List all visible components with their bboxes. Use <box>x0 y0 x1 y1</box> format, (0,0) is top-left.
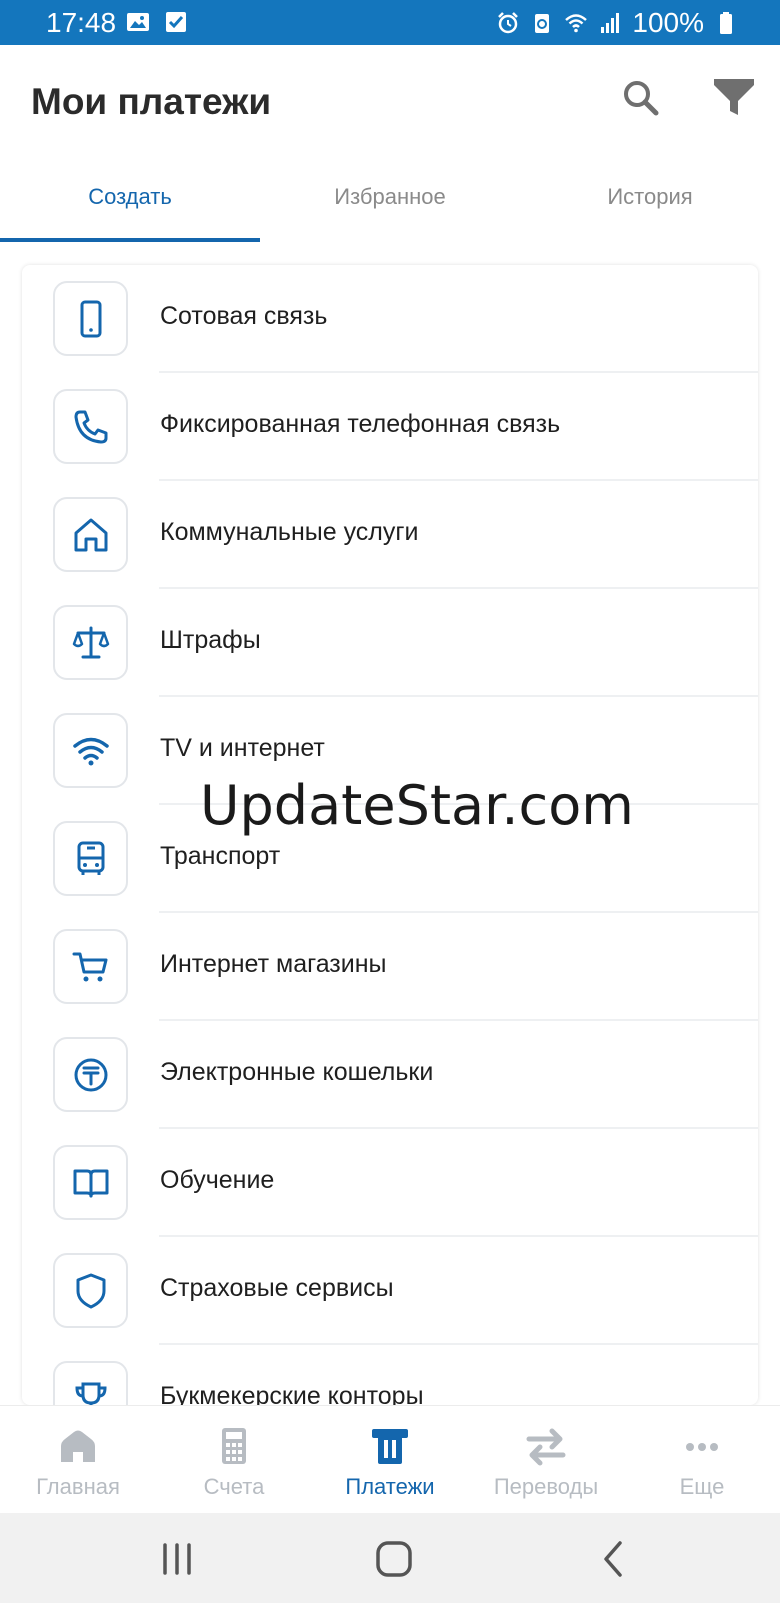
bus-icon <box>77 841 104 875</box>
category-landline[interactable]: Фиксированная телефонная связь <box>22 373 758 481</box>
tab-favorites[interactable]: Избранное <box>260 160 520 242</box>
payments-icon <box>372 1429 408 1464</box>
search-icon <box>624 81 659 116</box>
category-label: Сотовая связь <box>160 302 328 330</box>
transfer-arrows-icon <box>526 1428 566 1466</box>
screen: 17:48 100% Мои платежи Создать Избранное… <box>0 0 780 1603</box>
calculator-icon <box>222 1428 246 1464</box>
back-icon[interactable] <box>592 1537 636 1581</box>
battery-icon <box>720 12 732 34</box>
nav-accounts[interactable]: Счета <box>156 1406 312 1514</box>
shield-icon <box>76 1273 105 1308</box>
category-label: TV и интернет <box>160 734 325 762</box>
filter-button[interactable] <box>710 75 758 123</box>
status-time: 17:48 <box>46 7 117 38</box>
scales-icon <box>72 626 109 658</box>
image-icon <box>127 13 149 31</box>
nav-home[interactable]: Главная <box>0 1406 156 1514</box>
watermark: UpdateStar.com <box>200 774 634 837</box>
nav-payments[interactable]: Платежи <box>312 1406 468 1514</box>
category-insurance[interactable]: Страховые сервисы <box>22 1237 758 1345</box>
home-icon <box>61 1430 95 1462</box>
status-system-icons: 100% <box>496 7 738 39</box>
app-bar: Мои платежи <box>0 45 780 155</box>
nav-label: Еще <box>679 1474 725 1499</box>
status-bar: 17:48 100% <box>0 0 780 45</box>
wifi-icon <box>72 737 109 765</box>
nav-transfers[interactable]: Переводы <box>468 1406 624 1514</box>
alarm-icon <box>498 12 519 34</box>
category-online-shops[interactable]: Интернет магазины <box>22 913 758 1021</box>
house-icon <box>74 518 107 551</box>
nav-label: Платежи <box>345 1474 435 1499</box>
category-label: Страховые сервисы <box>160 1274 394 1302</box>
mobile-phone-icon <box>80 300 101 337</box>
nav-label: Счета <box>203 1474 265 1499</box>
wifi-icon <box>565 14 588 33</box>
category-fines[interactable]: Штрафы <box>22 589 758 697</box>
search-button[interactable] <box>618 75 666 123</box>
shopping-cart-icon <box>72 952 107 981</box>
category-label: Обучение <box>160 1166 275 1194</box>
checkbox-icon <box>166 12 186 32</box>
category-label: Транспорт <box>160 842 281 870</box>
bottom-navigation: Главная Счета Платежи Переводы Еще <box>0 1405 780 1513</box>
category-bookmakers[interactable]: Букмекерские конторы <box>22 1345 758 1405</box>
category-label: Коммунальные услуги <box>160 518 419 546</box>
page-title: Мои платежи <box>31 81 272 122</box>
home-button-icon[interactable] <box>372 1537 416 1581</box>
category-label: Фиксированная телефонная связь <box>160 410 561 438</box>
more-dots-icon <box>686 1443 718 1451</box>
status-notification-icons <box>126 10 188 34</box>
signal-icon <box>601 13 620 33</box>
recycle-icon <box>535 14 550 33</box>
category-e-wallets[interactable]: Электронные кошельки <box>22 1021 758 1129</box>
trophy-icon <box>74 1382 107 1405</box>
nav-label: Главная <box>36 1474 120 1499</box>
battery-level: 100% <box>632 7 704 38</box>
category-utilities[interactable]: Коммунальные услуги <box>22 481 758 589</box>
nav-more[interactable]: Еще <box>624 1406 780 1514</box>
tab-create[interactable]: Создать <box>0 160 260 242</box>
recent-apps-icon[interactable] <box>155 1537 199 1581</box>
tab-bar: Создать Избранное История <box>0 160 780 242</box>
category-label: Штрафы <box>160 626 261 654</box>
category-education[interactable]: Обучение <box>22 1129 758 1237</box>
category-mobile[interactable]: Сотовая связь <box>22 265 758 373</box>
book-icon <box>73 1169 108 1197</box>
category-label: Интернет магазины <box>160 950 387 978</box>
tenge-coin-icon <box>74 1058 107 1091</box>
category-label: Электронные кошельки <box>160 1058 434 1086</box>
category-label: Букмекерские конторы <box>160 1382 424 1405</box>
nav-label: Переводы <box>493 1474 599 1499</box>
system-navigation-bar <box>0 1513 780 1603</box>
phone-handset-icon <box>74 410 107 443</box>
filter-icon <box>714 79 754 115</box>
tab-history[interactable]: История <box>520 160 780 242</box>
